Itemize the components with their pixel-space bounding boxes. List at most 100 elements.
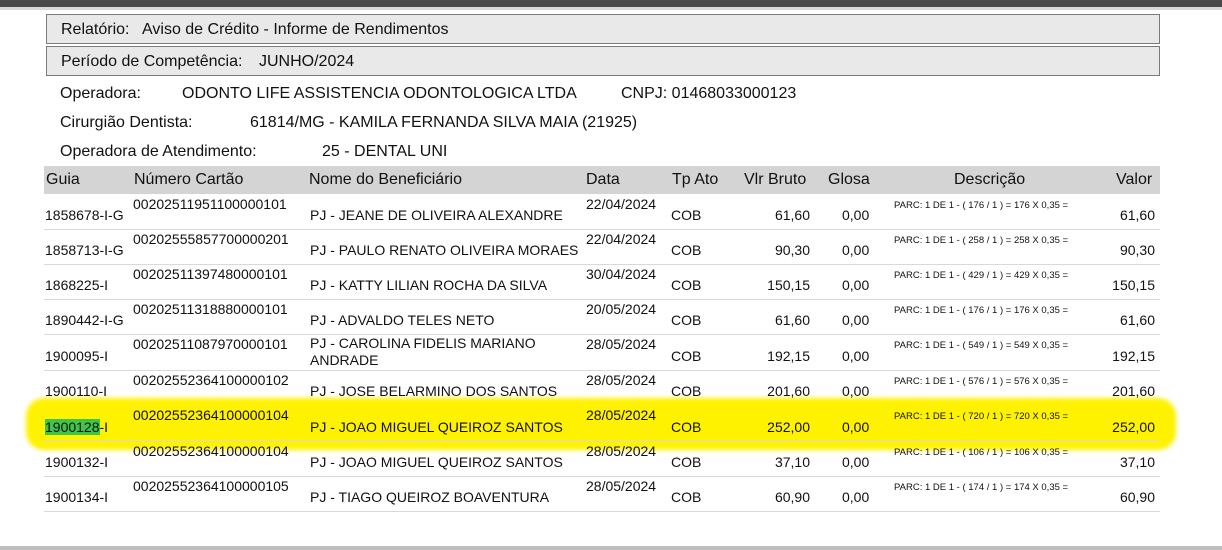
table-row: 1900095-I 00202511087970000101 PJ - CAROLI… [44, 334, 1160, 371]
table-row: 1858678-I-G 00202511951100000101 PJ - JEAN… [44, 194, 1160, 230]
cell-descricao: PARC: 1 DE 1 - ( 258 / 1 ) = 258 X 0,35 … [894, 235, 1069, 246]
cnpj-text: CNPJ: 01468033000123 [621, 85, 797, 102]
cell-vlrbruto: 37,10 [774, 454, 810, 470]
cell-guia: 1858713-I-G [45, 242, 124, 258]
cell-cartao: 00202511087970000101 [133, 336, 288, 352]
cell-descricao: PARC: 1 DE 1 - ( 429 / 1 ) = 429 X 0,35 … [894, 270, 1069, 281]
cell-data: 28/05/2024 [586, 478, 657, 494]
operadora-value: ODONTO LIFE ASSISTENCIA ODONTOLOGICA LTD… [182, 85, 577, 102]
cell-tpato: COB [671, 383, 702, 399]
cell-descricao: PARC: 1 DE 1 - ( 549 / 1 ) = 549 X 0,35 … [894, 340, 1069, 351]
cell-glosa: 0,00 [842, 454, 870, 470]
text-selection: 1900128 [45, 419, 100, 435]
cirurgiao-value: 61814/MG - KAMILA FERNANDA SILVA MAIA (2… [250, 114, 638, 131]
cell-valor: 37,10 [1119, 454, 1155, 470]
period-box: Período de Competência: JUNHO/2024 [46, 46, 1160, 76]
cell-valor: 201,60 [1112, 383, 1155, 399]
cell-nome: PJ - KATTY LILIAN ROCHA DA SILVA [310, 277, 548, 293]
cell-tpato: COB [671, 419, 702, 435]
cell-descricao: PARC: 1 DE 1 - ( 176 / 1 ) = 176 X 0,35 … [894, 305, 1069, 316]
cell-tpato: COB [671, 312, 702, 328]
periodo-value: JUNHO/2024 [259, 53, 355, 70]
header-data: Data [586, 171, 620, 188]
cell-valor: 150,15 [1112, 277, 1155, 293]
cell-cartao: 00202511951100000101 [133, 196, 287, 212]
relatorio-label: Relatório: [61, 21, 130, 38]
cell-data: 20/05/2024 [586, 301, 657, 317]
cell-descricao: PARC: 1 DE 1 - ( 720 / 1 ) = 720 X 0,35 … [894, 411, 1069, 422]
cell-data: 22/04/2024 [586, 196, 657, 212]
header-cartao: Número Cartão [134, 171, 244, 188]
cell-valor: 61,60 [1119, 312, 1155, 328]
cell-vlrbruto: 192,15 [767, 348, 810, 364]
cell-glosa: 0,00 [842, 348, 870, 364]
cell-data: 22/04/2024 [586, 231, 657, 247]
cell-tpato: COB [671, 489, 702, 505]
cell-guia: 1858678-I-G [45, 207, 124, 223]
cell-cartao: 00202511397480000101 [133, 266, 288, 282]
cell-tpato: COB [671, 242, 702, 258]
cell-nome: PJ - JOAO MIGUEL QUEIROZ SANTOS [310, 454, 563, 470]
window-bottom-bar [0, 546, 1222, 550]
cell-data: 28/05/2024 [586, 443, 657, 459]
table-row: 1858713-I-G 00202555857700000201 PJ - PAUL… [44, 229, 1160, 265]
cell-nome: PJ - ADVALDO TELES NETO [310, 312, 495, 328]
header-nome: Nome do Beneficiário [309, 171, 462, 188]
cell-descricao: PARC: 1 DE 1 - ( 106 / 1 ) = 106 X 0,35 … [894, 447, 1069, 458]
cell-guia: 1868225-I [45, 277, 109, 293]
cell-guia: 1900134-I [45, 489, 109, 505]
cell-tpato: COB [671, 207, 702, 223]
cell-valor: 90,30 [1119, 242, 1155, 258]
window-top-bar [0, 0, 1222, 7]
header-valor: Valor [1116, 171, 1153, 188]
periodo-label: Período de Competência: [61, 53, 243, 70]
table-row: 1900110-I 00202552364100000102 PJ - JOSE B… [44, 370, 1160, 406]
cell-valor: 60,90 [1119, 489, 1155, 505]
cell-guia: 1890442-I-G [45, 312, 124, 328]
table-row: 1900134-I 00202552364100000105 PJ - TIAGO … [44, 476, 1160, 512]
cell-data: 30/04/2024 [586, 266, 657, 282]
cirurgiao-label: Cirurgião Dentista: [60, 114, 193, 131]
header-descricao: Descrição [954, 171, 1026, 188]
cell-vlrbruto: 61,60 [774, 312, 810, 328]
cell-vlrbruto: 252,00 [767, 419, 810, 435]
cell-vlrbruto: 60,90 [774, 489, 810, 505]
cell-data: 28/05/2024 [586, 372, 657, 388]
cell-vlrbruto: 201,60 [767, 383, 810, 399]
cell-glosa: 0,00 [842, 312, 870, 328]
cell-descricao: PARC: 1 DE 1 - ( 174 / 1 ) = 174 X 0,35 … [894, 482, 1069, 493]
header-tpato: Tp Ato [672, 171, 719, 188]
header-glosa: Glosa [828, 171, 870, 188]
table-row: 1900132-I 00202552364100000104 PJ - JOAO M… [44, 441, 1160, 477]
cell-guia: 1900110-I [45, 383, 108, 399]
cell-nome: PJ - JEANE DE OLIVEIRA ALEXANDRE [310, 207, 563, 223]
cell-guia: 1900128-I [45, 419, 109, 435]
window-top-shadow [0, 7, 1222, 10]
cell-glosa: 0,00 [842, 419, 870, 435]
atendimento-value: 25 - DENTAL UNI [322, 143, 448, 160]
cell-cartao: 00202511318880000101 [133, 301, 288, 317]
cell-valor: 252,00 [1112, 419, 1155, 435]
cell-cartao: 00202552364100000105 [133, 478, 289, 494]
cell-glosa: 0,00 [842, 383, 870, 399]
cell-nome: PJ - CAROLINA FIDELIS MARIANO ANDRADE [310, 335, 536, 368]
cell-cartao: 00202552364100000104 [133, 407, 289, 423]
cell-descricao: PARC: 1 DE 1 - ( 576 / 1 ) = 576 X 0,35 … [894, 376, 1069, 387]
cell-tpato: COB [671, 348, 702, 364]
cell-glosa: 0,00 [842, 277, 870, 293]
cell-cartao: 00202555857700000201 [133, 231, 289, 247]
table-row: 1868225-I 00202511397480000101 PJ - KATTY … [44, 264, 1160, 300]
cell-cartao: 00202552364100000104 [133, 443, 289, 459]
cell-data: 28/05/2024 [586, 336, 657, 352]
cell-vlrbruto: 150,15 [767, 277, 810, 293]
cell-guia: 1900132-I [45, 454, 109, 470]
header-guia: Guia [46, 171, 80, 188]
cell-vlrbruto: 61,60 [774, 207, 810, 223]
table-row: 1900128-I 00202552364100000104 PJ - JOAO M… [44, 405, 1160, 442]
cell-glosa: 0,00 [842, 207, 870, 223]
table-row: 1890442-I-G 00202511318880000101 PJ - ADVA… [44, 299, 1160, 335]
cell-nome: PJ - PAULO RENATO OLIVEIRA MORAES [310, 242, 579, 258]
cell-glosa: 0,00 [842, 242, 870, 258]
cell-data: 28/05/2024 [586, 407, 657, 423]
report-title-box: Relatório: Aviso de Crédito - Informe de… [46, 14, 1160, 44]
